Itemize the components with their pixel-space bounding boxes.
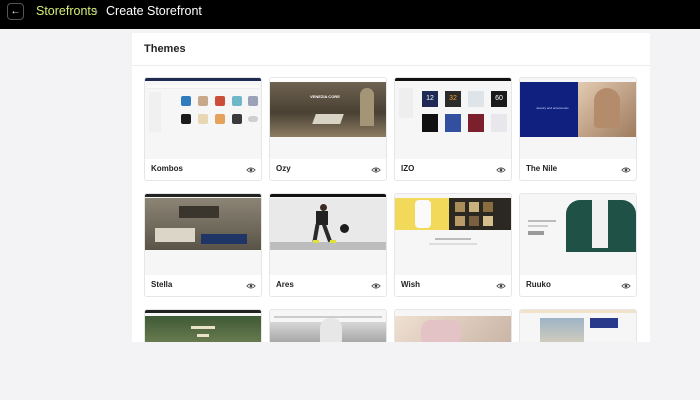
theme-card[interactable]	[519, 309, 637, 342]
theme-card-ozy[interactable]: VENEZIA CORE Ozy	[269, 77, 387, 181]
theme-card-wish[interactable]: Wish	[394, 193, 512, 297]
eye-icon[interactable]	[371, 165, 381, 175]
theme-card-ruuko[interactable]: Ruuko	[519, 193, 637, 297]
theme-preview-image	[145, 310, 261, 342]
eye-icon[interactable]	[246, 281, 256, 291]
theme-name: The Nile	[526, 164, 558, 173]
theme-name: Kombos	[151, 164, 183, 173]
theme-card[interactable]	[269, 309, 387, 342]
nile-caption: Jewelry and accessories	[536, 106, 569, 110]
theme-name: Ruuko	[526, 280, 551, 289]
eye-icon[interactable]	[621, 165, 631, 175]
chevron-right-icon: ›	[94, 4, 98, 18]
theme-preview-image	[270, 310, 386, 342]
eye-icon[interactable]	[246, 165, 256, 175]
panel-title: Themes	[144, 43, 186, 55]
theme-card[interactable]	[394, 309, 512, 342]
theme-card[interactable]	[144, 309, 262, 342]
eye-icon[interactable]	[496, 165, 506, 175]
theme-preview-image	[395, 194, 511, 275]
theme-preview-image: 12 32 60	[395, 78, 511, 159]
top-bar: ← Storefronts › Create Storefront	[0, 0, 700, 29]
theme-card-stella[interactable]: Stella	[144, 193, 262, 297]
theme-preview-image	[145, 78, 261, 159]
theme-preview-image: Jewelry and accessories	[520, 78, 636, 159]
theme-name: IZO	[401, 164, 415, 173]
theme-preview-image: VENEZIA CORE	[270, 78, 386, 159]
theme-name: Ares	[276, 280, 294, 289]
theme-card-izo[interactable]: 12 32 60 IZO	[394, 77, 512, 181]
theme-name: Stella	[151, 280, 173, 289]
theme-preview-image	[395, 310, 511, 342]
theme-name: Wish	[401, 280, 421, 289]
theme-card-ares[interactable]: Ares	[269, 193, 387, 297]
breadcrumb-storefronts[interactable]: Storefronts	[36, 4, 97, 18]
eye-icon[interactable]	[371, 281, 381, 291]
themes-panel: Themes Kombos VENEZIA CORE Ozy 12 32 60 …	[132, 33, 650, 342]
theme-card-the-nile[interactable]: Jewelry and accessories The Nile	[519, 77, 637, 181]
eye-icon[interactable]	[621, 281, 631, 291]
back-arrow-icon[interactable]: ←	[7, 3, 24, 20]
divider	[132, 65, 650, 66]
page-title: Create Storefront	[106, 4, 202, 18]
theme-preview-image	[145, 194, 261, 275]
theme-preview-image	[270, 194, 386, 275]
banner-text: VENEZIA CORE	[310, 94, 340, 99]
eye-icon[interactable]	[496, 281, 506, 291]
theme-preview-image	[520, 310, 636, 342]
theme-card-kombos[interactable]: Kombos	[144, 77, 262, 181]
theme-preview-image	[520, 194, 636, 275]
theme-name: Ozy	[276, 164, 291, 173]
